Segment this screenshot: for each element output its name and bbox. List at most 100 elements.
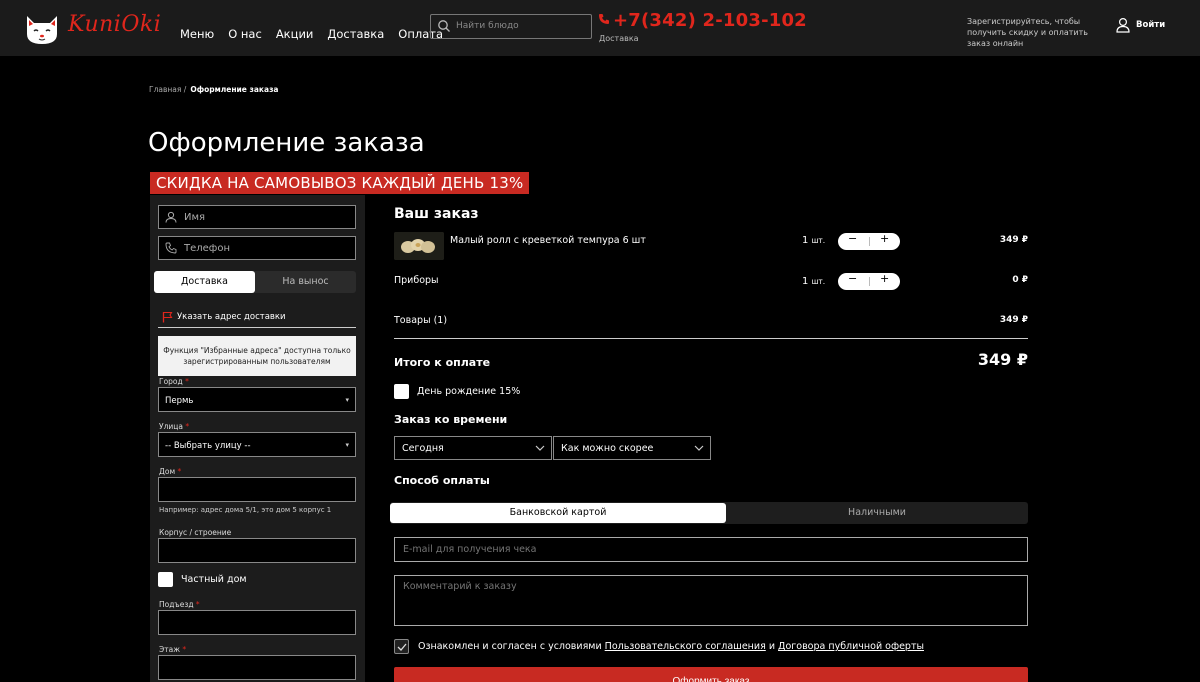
- house-field[interactable]: [158, 477, 356, 502]
- user-icon: [165, 211, 177, 223]
- tab-delivery[interactable]: Доставка: [154, 271, 255, 293]
- city-value: Пермь: [165, 396, 194, 406]
- minus-button[interactable]: −: [848, 232, 857, 245]
- private-house-checkbox[interactable]: Частный дом: [158, 572, 247, 587]
- comment-field[interactable]: [394, 575, 1028, 626]
- minus-button[interactable]: −: [848, 272, 857, 285]
- flag-icon: [162, 311, 173, 323]
- favorites-note: Функция "Избранные адреса" доступна толь…: [158, 336, 356, 376]
- page-title: Оформление заказа: [148, 128, 425, 158]
- plus-button[interactable]: +: [880, 232, 889, 245]
- user-icon: [1116, 17, 1130, 33]
- divider: [394, 338, 1028, 339]
- nav-item-delivery[interactable]: Доставка: [327, 27, 384, 41]
- search-placeholder: Найти блюдо: [456, 21, 519, 31]
- stepper-divider: [869, 237, 870, 246]
- time-select[interactable]: Как можно скорее: [553, 436, 711, 460]
- contact-form-panel: Имя Телефон Доставка На вынос Указать ад…: [150, 195, 365, 682]
- breadcrumb: Главная / Оформление заказа: [149, 85, 279, 94]
- total-label: Итого к оплате: [394, 356, 491, 369]
- user-agreement-link[interactable]: Пользовательского соглашения: [605, 641, 766, 652]
- search-icon: [438, 20, 450, 32]
- chevron-down-icon: [535, 445, 545, 451]
- cutlery-price: 0 ₽: [1012, 275, 1028, 285]
- tab-pay-card[interactable]: Банковской картой: [390, 503, 726, 523]
- floor-field[interactable]: [158, 655, 356, 680]
- subtotal-price: 349 ₽: [999, 315, 1028, 325]
- item-price: 349 ₽: [999, 235, 1028, 245]
- chevron-down-icon: ▾: [345, 396, 349, 404]
- breadcrumb-current: Оформление заказа: [190, 85, 279, 94]
- pickup-promo-banner: СКИДКА НА САМОВЫВОЗ КАЖДЫЙ ДЕНЬ 13%: [150, 172, 530, 194]
- item-qty-stepper: − +: [838, 232, 900, 250]
- payment-section-title: Способ оплаты: [394, 474, 490, 487]
- floor-label: Этаж *: [159, 645, 187, 654]
- nav-item-promos[interactable]: Акции: [276, 27, 314, 41]
- private-house-label: Частный дом: [181, 574, 247, 585]
- birthday-checkbox[interactable]: День рождение 15%: [394, 384, 520, 399]
- tab-pickup[interactable]: На вынос: [255, 271, 356, 293]
- building-field[interactable]: [158, 538, 356, 563]
- entrance-field[interactable]: [158, 610, 356, 635]
- street-label: Улица *: [159, 422, 190, 431]
- stepper-divider: [869, 277, 870, 286]
- phone-field[interactable]: Телефон: [158, 236, 356, 260]
- phone-icon: [599, 14, 609, 24]
- item-thumbnail: [394, 232, 444, 260]
- phone-placeholder: Телефон: [184, 243, 231, 254]
- order-title: Ваш заказ: [394, 206, 479, 222]
- house-hint: Например: адрес дома 5/1, это дом 5 корп…: [159, 506, 332, 514]
- time-section-title: Заказ ко времени: [394, 413, 508, 426]
- search-input[interactable]: Найти блюдо: [430, 14, 592, 39]
- plus-button[interactable]: +: [880, 272, 889, 285]
- item-qty: 1 шт.: [802, 235, 826, 246]
- phone-number[interactable]: +7(342) 2-103-102: [598, 10, 807, 31]
- roll-image-icon: [394, 232, 444, 260]
- street-select[interactable]: -- Выбрать улицу -- ▾: [158, 432, 356, 457]
- email-field[interactable]: [394, 537, 1028, 562]
- submit-order-button[interactable]: Оформить заказ: [394, 667, 1028, 682]
- login-button[interactable]: Войти: [1116, 17, 1165, 33]
- delivery-type-toggle: Доставка На вынос: [154, 271, 356, 293]
- set-address-link[interactable]: Указать адрес доставки: [162, 311, 286, 323]
- building-label: Корпус / строение: [159, 528, 232, 537]
- time-value: Как можно скорее: [561, 443, 654, 454]
- agreement-checkbox[interactable]: [394, 639, 409, 654]
- day-value: Сегодня: [402, 443, 444, 454]
- chevron-down-icon: [694, 445, 704, 451]
- day-select[interactable]: Сегодня: [394, 436, 552, 460]
- agreement-text: Ознакомлен и согласен с условиями Пользо…: [418, 641, 924, 652]
- cutlery-qty: 1 шт.: [802, 276, 826, 287]
- item-name: Малый ролл с креветкой темпура 6 шт: [450, 235, 646, 246]
- logo-text[interactable]: KuniOki: [68, 12, 161, 37]
- total-price: 349 ₽: [977, 350, 1028, 369]
- cutlery-qty-stepper: − +: [838, 272, 900, 290]
- phone-icon: [165, 242, 177, 254]
- breadcrumb-home[interactable]: Главная /: [149, 85, 186, 94]
- phone-subtitle: Доставка: [599, 34, 639, 43]
- tab-pay-cash[interactable]: Наличными: [726, 502, 1028, 524]
- agreement-row: Ознакомлен и согласен с условиями Пользо…: [394, 639, 924, 654]
- street-value: -- Выбрать улицу --: [165, 441, 251, 451]
- login-label: Войти: [1136, 20, 1166, 30]
- nav-item-menu[interactable]: Меню: [180, 27, 214, 41]
- nav-item-about[interactable]: О нас: [228, 27, 262, 41]
- checkbox-box[interactable]: [158, 572, 173, 587]
- main-nav: Меню О нас Акции Доставка Оплата: [180, 27, 443, 41]
- name-placeholder: Имя: [184, 212, 206, 223]
- public-offer-link[interactable]: Договора публичной оферты: [778, 641, 924, 652]
- checkbox-box[interactable]: [394, 384, 409, 399]
- birthday-label: День рождение 15%: [417, 386, 521, 397]
- phone-text: +7(342) 2-103-102: [613, 10, 807, 31]
- house-label: Дом *: [159, 467, 182, 476]
- entrance-label: Подъезд *: [159, 600, 200, 609]
- register-note: Зарегистрируйтесь, чтобы получить скидку…: [967, 17, 1089, 48]
- subtotal-label: Товары (1): [394, 315, 448, 326]
- payment-method-toggle: Банковской картой Наличными: [390, 502, 1028, 524]
- name-field[interactable]: Имя: [158, 205, 356, 229]
- divider: [158, 327, 356, 328]
- site-header: KuniOki Меню О нас Акции Доставка Оплата…: [0, 0, 1200, 56]
- city-label: Город *: [159, 377, 189, 386]
- cat-logo-icon[interactable]: [24, 12, 60, 46]
- city-select[interactable]: Пермь ▾: [158, 387, 356, 412]
